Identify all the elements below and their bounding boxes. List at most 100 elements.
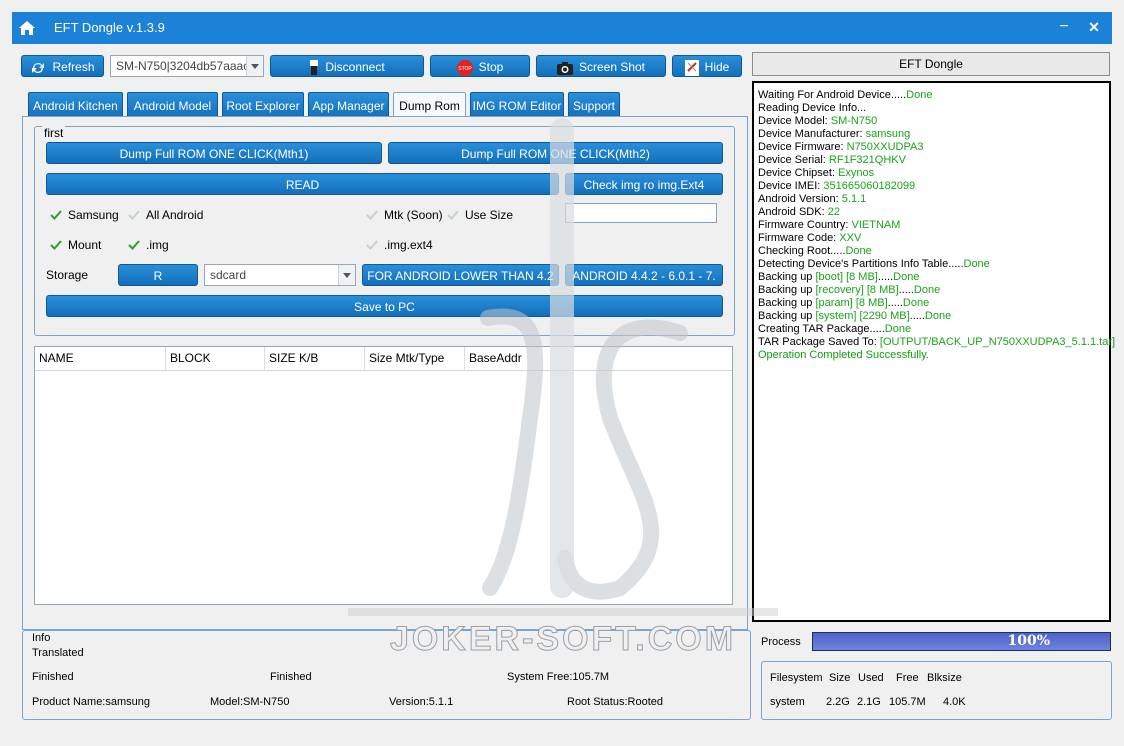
log-value: Done [924, 310, 952, 322]
watermark-text: JOKER-SOFT.COM [348, 608, 778, 659]
fs-header-blksize: Blksize [927, 672, 962, 684]
log-value: [boot] [815, 271, 844, 283]
log-line: Backing up [param] [8 MB].....Done [758, 297, 1109, 310]
log-text: Checking Root..... [758, 245, 846, 257]
log-value: 22 [827, 206, 840, 218]
dump-mth1-button[interactable]: Dump Full ROM ONE CLICK(Mth1) [46, 142, 382, 164]
log-text: Android SDK: [758, 206, 828, 218]
fs-value-used: 2.1G [857, 696, 881, 708]
fs-value-filesystem: system [770, 696, 805, 708]
refresh-button[interactable]: Refresh [21, 55, 104, 77]
info-label: Info [30, 632, 53, 644]
chevron-down-icon[interactable] [338, 265, 355, 285]
log-text: Backing up [758, 310, 816, 322]
log-text: Android Version: [758, 193, 842, 205]
log-line: TAR Package Saved To: [OUTPUT/BACK_UP_N7… [758, 336, 1115, 349]
mount-checkbox[interactable]: Mount [48, 237, 101, 253]
screenshot-button[interactable]: Screen Shot [536, 55, 666, 77]
log-line: Android Version: 5.1.1 [758, 193, 1109, 206]
tab-dump-rom[interactable]: Dump Rom [393, 92, 466, 118]
tab-app-manager[interactable]: App Manager [308, 92, 389, 118]
log-line: Detecting Device's Partitions Info Table… [758, 258, 1109, 271]
title-bar: EFT Dongle v.1.3.9 − ✕ [0, 0, 1124, 46]
log-value: [8 MB] [855, 297, 888, 309]
tab-img-rom-editor[interactable]: IMG ROM Editor [470, 92, 564, 118]
process-progress-bar: 100% [812, 632, 1111, 651]
tab-root-explorer[interactable]: Root Explorer [222, 92, 304, 118]
tab-android-kitchen[interactable]: Android Kitchen [28, 92, 123, 118]
log-line: Backing up [system] [2290 MB].....Done [758, 310, 1109, 323]
mount-checkbox-label: Mount [68, 238, 102, 252]
log-text: ..... [909, 310, 925, 322]
check-icon [50, 240, 62, 250]
log-line: Firmware Country: VIETNAM [758, 219, 1109, 232]
group-label: first [42, 126, 66, 140]
img-checkbox[interactable]: .img [126, 237, 169, 253]
refresh-icon [32, 62, 45, 73]
log-line: Reading Device Info... [758, 102, 1109, 115]
tab-android-model[interactable]: Android Model [127, 92, 218, 118]
log-value: Done [845, 245, 872, 257]
check-icon [50, 210, 62, 220]
home-icon [19, 21, 35, 35]
column-header-size-mtk[interactable]: Size Mtk/Type [365, 347, 465, 370]
log-value: Done [906, 89, 933, 101]
log-text: Device Manufacturer: [758, 128, 866, 140]
fs-value-blksize: 4.0K [943, 696, 966, 708]
img-ext4-checkbox-label: .img.ext4 [384, 238, 433, 252]
fs-header-free: Free [896, 672, 919, 684]
close-button[interactable]: ✕ [1086, 18, 1102, 36]
log-line: Android SDK: 22 [758, 206, 1109, 219]
product-name-text: Product Name:samsung [32, 696, 150, 708]
img-ext4-checkbox[interactable]: .img.ext4 [364, 237, 433, 253]
log-line: Operation Completed Successfully. [758, 349, 1109, 362]
chevron-down-icon[interactable] [246, 56, 263, 76]
status-finished-1: Finished [32, 671, 74, 683]
log-value: Done [884, 323, 912, 335]
check-icon [366, 210, 378, 220]
log-value: SM-N750 [830, 115, 878, 127]
samsung-checkbox-label: Samsung [68, 208, 119, 222]
log-value: [2290 MB] [859, 310, 910, 322]
status-finished-2: Finished [270, 671, 312, 683]
minimize-button[interactable]: − [1056, 18, 1072, 36]
window-title: EFT Dongle v.1.3.9 [54, 20, 165, 35]
log-line: Device Model: SM-N750 [758, 115, 1109, 128]
r-button[interactable]: R [118, 264, 198, 286]
column-header-name[interactable]: NAME [35, 347, 166, 370]
log-text: Firmware Country: [758, 219, 852, 231]
log-line: Backing up [recovery] [8 MB].....Done [758, 284, 1109, 297]
log-value: Done [893, 271, 920, 283]
hide-button[interactable]: Hide [672, 55, 742, 77]
stop-button[interactable]: STOP Stop [430, 55, 530, 77]
storage-select[interactable]: sdcard [204, 264, 356, 286]
disconnect-button[interactable]: Disconnect [270, 55, 424, 77]
device-select[interactable]: SM-N750|3204db57aaac [110, 55, 264, 77]
filesystem-box [761, 661, 1112, 720]
log-value: samsung [865, 128, 911, 140]
log-text: Device Chipset: [758, 167, 839, 179]
mtk-checkbox[interactable]: Mtk (Soon) [364, 207, 443, 223]
fs-header-size: Size [829, 672, 851, 684]
all-android-checkbox[interactable]: All Android [126, 207, 203, 223]
log-line: Firmware Code: XXV [758, 232, 1109, 245]
log-text: Reading Device Info... [758, 102, 867, 114]
hide-label: Hide [704, 60, 730, 74]
log-value: 5.1.1 [841, 193, 867, 205]
version-text: Version:5.1.1 [389, 696, 454, 708]
column-header-block[interactable]: BLOCK [166, 347, 265, 370]
storage-select-value: sdcard [210, 268, 247, 282]
fs-value-free: 105.7M [889, 696, 926, 708]
log-text: Detecting Device's Partitions Info Table… [758, 258, 964, 270]
log-text: Backing up [758, 284, 816, 296]
log-line: Device Manufacturer: samsung [758, 128, 1109, 141]
log-text: Waiting For Android Device..... [758, 89, 907, 101]
column-header-size[interactable]: SIZE K/B [265, 347, 365, 370]
samsung-checkbox[interactable]: Samsung [48, 207, 119, 223]
stop-icon: STOP [456, 59, 473, 76]
eft-dongle-button[interactable]: EFT Dongle [752, 52, 1110, 76]
device-select-value: SM-N750|3204db57aaac [116, 59, 250, 73]
tab-support[interactable]: Support [568, 92, 620, 118]
camera-icon [556, 61, 573, 75]
log-value: [system] [815, 310, 857, 322]
